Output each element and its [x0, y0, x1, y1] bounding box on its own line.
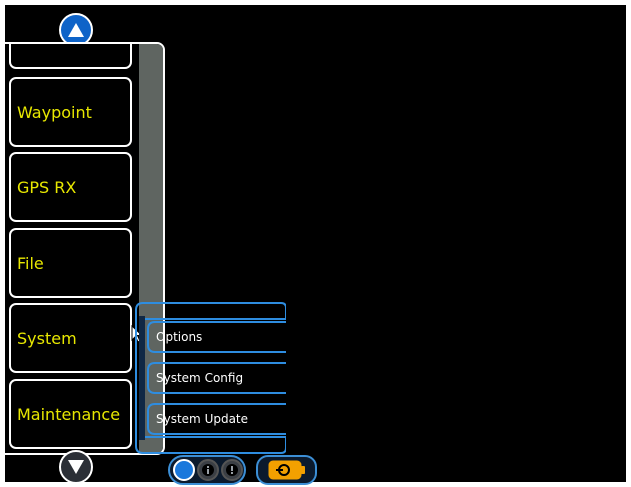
status-info-indicator[interactable]: [197, 459, 219, 481]
menu-item-partial[interactable]: [9, 44, 132, 69]
menu-item-maintenance[interactable]: Maintenance: [9, 379, 132, 449]
submenu-item-label: System Update: [156, 412, 249, 426]
menu-item-label: GPS RX: [17, 177, 77, 197]
info-icon: [202, 464, 214, 476]
submenu-item-label: System Config: [156, 371, 244, 385]
battery-status[interactable]: [256, 455, 317, 485]
submenu-item-options[interactable]: Options: [147, 321, 286, 353]
submenu-item-system-config[interactable]: System Config: [147, 362, 286, 394]
status-alert-indicator[interactable]: [221, 459, 243, 481]
menu-item-system[interactable]: System: [9, 303, 132, 373]
alert-icon: [226, 464, 238, 476]
triangle-down-icon: [68, 460, 84, 474]
triangle-up-icon: [68, 23, 84, 37]
battery-icon: [268, 460, 305, 480]
menu-item-label: System: [17, 328, 77, 348]
menu-item-label: Maintenance: [17, 404, 121, 424]
scroll-down-button[interactable]: [59, 450, 93, 484]
submenu-item-label: Options: [156, 330, 203, 344]
status-active-indicator[interactable]: [173, 459, 195, 481]
status-indicator-group[interactable]: [168, 455, 246, 485]
menu-item-gps-rx[interactable]: GPS RX: [9, 152, 132, 222]
menu-item-file[interactable]: File: [9, 228, 132, 298]
menu-item-waypoint[interactable]: Waypoint: [9, 77, 132, 147]
menu-item-label: File: [17, 253, 44, 273]
submenu-item-system-update[interactable]: System Update: [147, 403, 286, 435]
menu-item-label: Waypoint: [17, 102, 92, 122]
